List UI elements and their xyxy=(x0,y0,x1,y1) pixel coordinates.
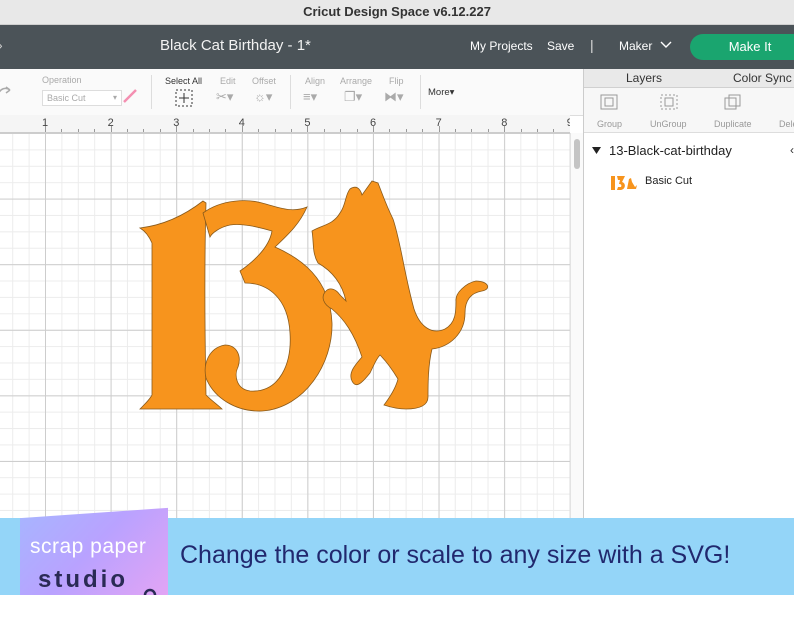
more-button[interactable]: More▾ xyxy=(428,87,454,98)
ruler-number: 7 xyxy=(435,117,442,129)
canvas-vertical-scrollbar[interactable] xyxy=(570,133,584,518)
redo-icon[interactable] xyxy=(0,83,14,99)
ruler-minor-tick xyxy=(209,129,210,132)
arrange-label: Arrange xyxy=(340,76,373,86)
ruler-number: 5 xyxy=(304,117,311,129)
ruler-minor-tick xyxy=(340,129,342,132)
layer-item-label: Basic Cut xyxy=(645,175,693,187)
caret-down-icon: ▾ xyxy=(112,93,117,102)
flip-label: Flip xyxy=(389,76,404,86)
pen-icon[interactable] xyxy=(122,88,138,104)
ruler-number: 8 xyxy=(501,117,508,129)
ruler-minor-tick xyxy=(159,129,161,132)
layer-item[interactable]: Basic Cut xyxy=(610,171,790,193)
offset-icon[interactable]: ☼▾ xyxy=(254,89,272,105)
panel-tabs: Layers Color Sync xyxy=(584,69,794,88)
ruler-minor-tick xyxy=(471,129,473,132)
scrollbar-thumb[interactable] xyxy=(574,139,580,169)
ruler-minor-tick xyxy=(94,129,96,132)
ruler-minor-tick xyxy=(389,129,391,132)
ruler-minor-tick xyxy=(192,129,194,132)
ruler-number: 2 xyxy=(107,117,114,129)
ruler-minor-tick xyxy=(405,129,407,132)
ruler-minor-tick xyxy=(77,129,79,132)
ruler-minor-tick xyxy=(553,129,555,132)
ruler-number: 6 xyxy=(370,117,377,129)
chevron-down-icon[interactable] xyxy=(660,41,672,49)
ruler-minor-tick xyxy=(225,129,227,132)
duplicate-label[interactable]: Duplicate xyxy=(714,119,752,129)
tab-layers[interactable]: Layers xyxy=(626,71,662,85)
ruler-minor-tick xyxy=(127,129,128,132)
ruler-minor-tick xyxy=(356,129,358,132)
black-cat-13-design[interactable] xyxy=(0,133,570,518)
offset-label: Offset xyxy=(252,76,276,86)
make-it-button[interactable]: Make It xyxy=(690,34,794,60)
ungroup-label[interactable]: UnGroup xyxy=(650,119,687,129)
layers-panel: Layers Color Sync Group UnGroup Duplicat… xyxy=(583,69,794,518)
save-button[interactable]: Save xyxy=(547,39,574,53)
ruler-minor-tick xyxy=(537,129,538,132)
my-projects-link[interactable]: My Projects xyxy=(470,39,533,53)
ruler-number: 4 xyxy=(238,117,245,129)
toolbar-divider xyxy=(151,75,152,109)
group-label[interactable]: Group xyxy=(597,119,622,129)
ruler-minor-tick xyxy=(61,129,63,132)
edit-label: Edit xyxy=(220,76,236,86)
duplicate-icon[interactable] xyxy=(724,94,742,110)
window-title: Cricut Design Space v6.12.227 xyxy=(0,0,794,25)
layer-options-icon[interactable]: ‹ xyxy=(790,143,794,157)
align-icon[interactable]: ≡▾ xyxy=(303,89,317,105)
ruler-number: 3 xyxy=(173,117,180,129)
layer-thumbnail-icon xyxy=(611,176,637,190)
ruler-minor-tick xyxy=(455,129,456,132)
tab-color-sync[interactable]: Color Sync xyxy=(733,71,792,85)
group-icon[interactable] xyxy=(600,94,618,110)
header-separator: | xyxy=(590,37,594,53)
more-label: More xyxy=(428,87,450,98)
cat-silhouette-shape xyxy=(311,180,489,410)
promo-message: Change the color or scale to any size wi… xyxy=(180,541,731,569)
ruler-number: 1 xyxy=(42,117,49,129)
layer-actions: Group UnGroup Duplicate Dele xyxy=(584,88,794,133)
select-all-icon[interactable] xyxy=(175,89,193,107)
ruler-minor-tick xyxy=(274,129,276,132)
ruler-minor-tick xyxy=(520,129,522,132)
layer-group-name[interactable]: 13-Black-cat-birthday xyxy=(609,143,732,158)
flip-icon[interactable]: ⧓▾ xyxy=(384,89,404,105)
back-chevron-icon[interactable]: › xyxy=(0,37,3,53)
operation-value: Basic Cut xyxy=(47,93,86,103)
toolbar-divider xyxy=(420,75,421,109)
edit-toolbar: Operation Basic Cut ▾ Select All Edit ✂▾… xyxy=(0,69,583,116)
operation-label: Operation xyxy=(42,75,82,85)
machine-selector[interactable]: Maker xyxy=(619,39,652,53)
toolbar-divider xyxy=(290,75,291,109)
project-title[interactable]: Black Cat Birthday - 1* xyxy=(160,37,311,54)
ungroup-icon[interactable] xyxy=(660,94,678,110)
delete-label[interactable]: Dele xyxy=(779,119,794,129)
ruler-minor-tick xyxy=(291,129,292,132)
ruler-number: 9 xyxy=(567,117,570,129)
ruler-minor-tick xyxy=(323,129,325,132)
arrange-icon[interactable]: ❐▾ xyxy=(344,89,362,105)
edit-tools-icon[interactable]: ✂▾ xyxy=(216,89,233,105)
bottom-margin xyxy=(0,595,794,619)
ruler-minor-tick xyxy=(143,129,145,132)
ruler-minor-tick xyxy=(258,129,260,132)
design-canvas[interactable] xyxy=(0,133,570,518)
logo-scrap-paper-text: scrap paper xyxy=(30,535,147,558)
ruler-minor-tick xyxy=(422,129,424,132)
horizontal-ruler: 1 2 3 4 5 6 7 8 9 xyxy=(0,115,570,133)
select-all-label: Select All xyxy=(165,76,203,86)
expand-caret-icon[interactable] xyxy=(592,147,601,154)
align-label: Align xyxy=(305,76,326,86)
operation-select[interactable]: Basic Cut ▾ xyxy=(42,90,122,106)
ruler-minor-tick xyxy=(487,129,489,132)
app-header: › Black Cat Birthday - 1* My Projects Sa… xyxy=(0,25,794,69)
